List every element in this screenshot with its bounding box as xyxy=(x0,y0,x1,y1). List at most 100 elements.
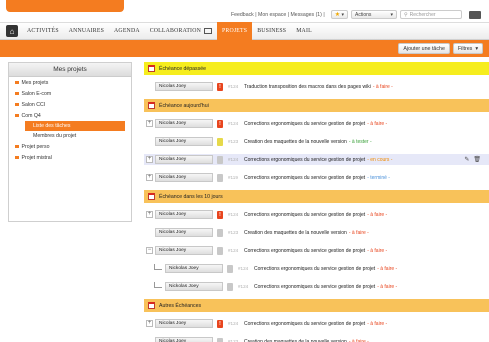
nav-business[interactable]: BUSINESS xyxy=(252,22,291,40)
task-row[interactable]: + Nicolas Joey! #124 Corrections ergonomiqu… xyxy=(144,209,489,220)
top-links[interactable]: Feedback | Mon espace | Messages (1) | xyxy=(231,12,325,18)
assignee-badge[interactable]: Nickolas Joey xyxy=(165,264,223,273)
task-title[interactable]: Corrections ergonomiques du service gest… xyxy=(244,157,365,163)
task-row[interactable]: + Nicolas Joey #119 Corrections ergonomique… xyxy=(144,172,489,183)
task-row[interactable]: Nicolas Joey #123 Creation des maquettes d… xyxy=(144,136,489,147)
add-task-button[interactable]: Ajouter une tâche xyxy=(398,43,450,54)
task-title[interactable]: Traduction transposition des macros dans… xyxy=(244,84,371,90)
expand-icon[interactable]: + xyxy=(146,120,153,127)
sidebar-item-projet-mistral[interactable]: Projet mistral xyxy=(9,152,131,163)
delete-icon[interactable]: 🗑 xyxy=(473,156,481,163)
assignee-badge[interactable]: Nicolas Joey xyxy=(155,137,213,146)
task-title[interactable]: Corrections ergonomiques du service gest… xyxy=(244,248,365,254)
priority-flag-icon[interactable]: ! xyxy=(217,82,223,91)
assignee-badge[interactable]: Nicolas Joey xyxy=(155,155,213,164)
assignee-badge[interactable]: Nicolas Joey xyxy=(155,82,213,91)
filters-button[interactable]: Filtres ▾ xyxy=(452,43,483,54)
sidebar-item-salon-ecom[interactable]: Salon E-com xyxy=(9,88,131,99)
task-status[interactable]: - à faire - xyxy=(349,230,369,236)
task-row[interactable]: + Nicolas Joey #124 Corrections ergonomique… xyxy=(144,154,489,165)
section-title: Autres Échéances xyxy=(159,302,202,309)
nav-mail[interactable]: MAIL xyxy=(291,22,317,40)
task-row[interactable]: Nicolas Joey! #124 Traduction transpositio… xyxy=(144,81,489,92)
task-title[interactable]: Creation des maquettes de la nouvelle ve… xyxy=(244,230,347,236)
sidebar-item-mes-projets[interactable]: Mes projets xyxy=(9,77,131,88)
favorites-button[interactable]: ★ ▾ xyxy=(330,10,348,19)
task-title[interactable]: Corrections ergonomiques du service gest… xyxy=(244,121,365,127)
app-window: Feedback | Mon espace | Messages (1) | ★… xyxy=(0,0,489,342)
task-status[interactable]: - à faire - xyxy=(367,248,387,254)
priority-flag-icon[interactable]: ! xyxy=(217,319,223,328)
task-row[interactable]: − Nicolas Joey #124 Corrections ergonomique… xyxy=(144,245,489,256)
priority-flag-icon[interactable] xyxy=(217,337,223,342)
home-icon[interactable]: ⌂ xyxy=(6,25,18,37)
task-title[interactable]: Creation des maquettes de la nouvelle ve… xyxy=(244,339,347,342)
sidebar-item-com-q4[interactable]: Com Q4 xyxy=(9,110,131,121)
nav-collaboration[interactable]: COLLABORATION xyxy=(145,22,217,40)
task-status[interactable]: - à faire - xyxy=(367,321,387,327)
nav-activites[interactable]: ACTIVITÉS xyxy=(22,22,64,40)
sidebar-item-project-members[interactable]: Membres du projet xyxy=(9,131,131,141)
priority-flag-icon[interactable] xyxy=(227,282,233,291)
priority-flag-icon[interactable] xyxy=(217,228,223,237)
expand-icon[interactable]: + xyxy=(146,320,153,327)
priority-flag-icon[interactable] xyxy=(217,173,223,182)
actions-select[interactable]: Actions ▾ xyxy=(351,10,397,19)
task-row[interactable]: + Nicolas Joey! #124 Corrections ergonomiqu… xyxy=(144,118,489,129)
priority-flag-icon[interactable] xyxy=(227,264,233,273)
task-title[interactable]: Corrections ergonomiques du service gest… xyxy=(254,284,375,290)
search-placeholder: Rechercher xyxy=(409,11,436,18)
task-title[interactable]: Corrections ergonomiques du service gest… xyxy=(254,266,375,272)
task-status[interactable]: - à tester - xyxy=(349,139,372,145)
nav-agenda[interactable]: AGENDA xyxy=(109,22,145,40)
assignee-badge[interactable]: Nicolas Joey xyxy=(155,173,213,182)
priority-flag-icon[interactable]: ! xyxy=(217,119,223,128)
task-row[interactable]: Nicolas Joey #123 Creation des maquettes d… xyxy=(144,336,489,342)
expand-icon[interactable]: + xyxy=(146,174,153,181)
task-status[interactable]: - à faire - xyxy=(377,266,397,272)
task-status[interactable]: - terminé - xyxy=(367,175,390,181)
collapse-icon[interactable]: − xyxy=(146,247,153,254)
nav-projets[interactable]: PROJETS xyxy=(216,22,253,40)
priority-flag-icon[interactable] xyxy=(217,155,223,164)
assignee-badge[interactable]: Nicolas Joey xyxy=(155,228,213,237)
sidebar-item-projet-perso[interactable]: Projet perso xyxy=(9,141,131,152)
bullet-icon xyxy=(15,102,19,107)
sidebar-item-task-list[interactable]: Liste des tâches xyxy=(25,121,125,131)
section-title: Échéance dans les 10 jours xyxy=(159,193,223,200)
task-ref: #124 xyxy=(228,321,239,326)
mail-icon[interactable] xyxy=(469,10,481,19)
sidebar-item-salon-cci[interactable]: Salon CCI xyxy=(9,99,131,110)
task-row[interactable]: Nicolas Joey #123 Creation des maquettes d… xyxy=(144,227,489,238)
edit-icon[interactable]: ✎ xyxy=(464,156,469,163)
task-title[interactable]: Creation des maquettes de la nouvelle ve… xyxy=(244,139,347,145)
task-status[interactable]: - en cours - xyxy=(367,157,392,163)
assignee-badge[interactable]: Nicolas Joey xyxy=(155,319,213,328)
priority-flag-icon[interactable] xyxy=(217,137,223,146)
task-status[interactable]: - à faire - xyxy=(349,339,369,342)
task-title[interactable]: Corrections ergonomiques du service gest… xyxy=(244,212,365,218)
task-status[interactable]: - à faire - xyxy=(377,284,397,290)
assignee-badge[interactable]: Nicolas Joey xyxy=(155,337,213,342)
actions-label: Actions xyxy=(355,11,372,18)
nav-annuaires[interactable]: ANNUAIRES xyxy=(64,22,109,40)
assignee-badge[interactable]: Nicolas Joey xyxy=(155,210,213,219)
priority-flag-icon[interactable] xyxy=(217,246,223,255)
expand-icon[interactable]: + xyxy=(146,156,153,163)
task-title[interactable]: Corrections ergonomiques du service gest… xyxy=(244,175,365,181)
task-row[interactable]: + Nicolas Joey! #124 Corrections ergonomiqu… xyxy=(144,318,489,329)
assignee-badge[interactable]: Nickolas Joey xyxy=(165,282,223,291)
task-status[interactable]: - à faire - xyxy=(373,84,393,90)
bullet-icon xyxy=(15,144,19,149)
task-row[interactable]: Nickolas Joey #124 Corrections ergonomique… xyxy=(144,281,489,292)
task-status[interactable]: - à faire - xyxy=(367,212,387,218)
assignee-badge[interactable]: Nicolas Joey xyxy=(155,119,213,128)
task-status[interactable]: - à faire - xyxy=(367,121,387,127)
assignee-badge[interactable]: Nicolas Joey xyxy=(155,246,213,255)
priority-flag-icon[interactable]: ! xyxy=(217,210,223,219)
task-title[interactable]: Corrections ergonomiques du service gest… xyxy=(244,321,365,327)
expand-icon[interactable]: + xyxy=(146,211,153,218)
sidebar-item-label: Projet perso xyxy=(21,143,50,150)
search-input[interactable]: ⚲ Rechercher xyxy=(400,10,462,19)
task-row[interactable]: Nickolas Joey #124 Corrections ergonomique… xyxy=(144,263,489,274)
